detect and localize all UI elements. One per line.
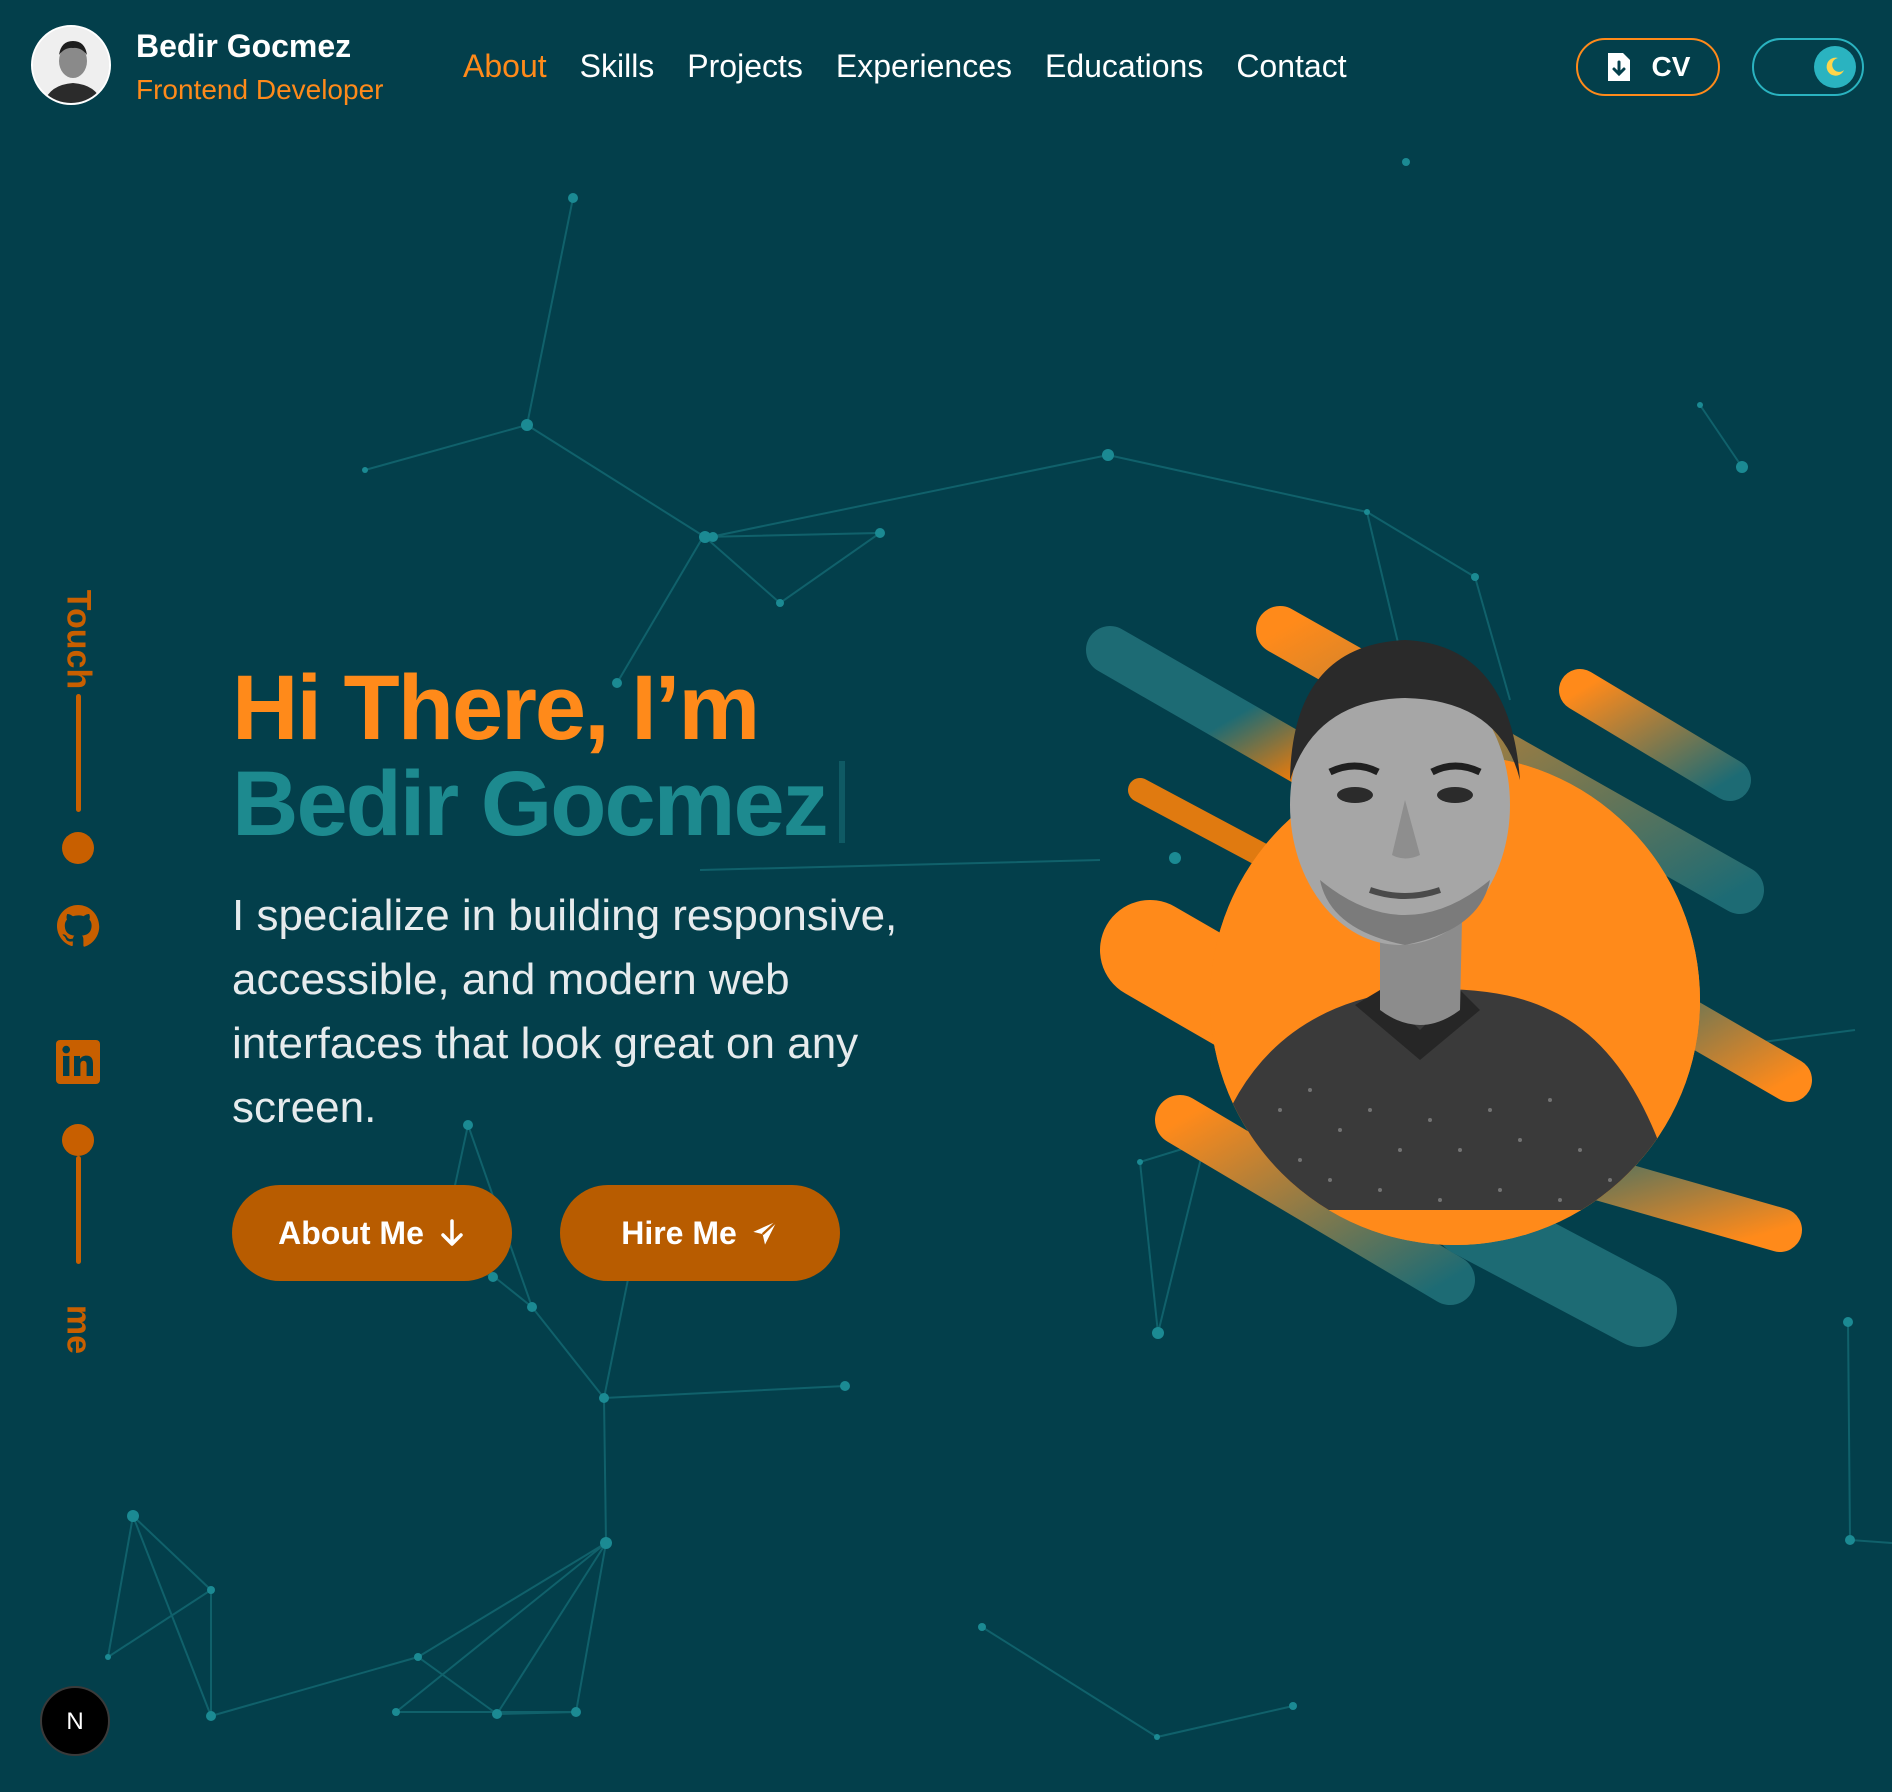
nav-item-projects[interactable]: Projects <box>687 48 803 85</box>
cv-download-button[interactable]: CV <box>1576 38 1720 96</box>
site-header: Bedir Gocmez Frontend Developer About Sk… <box>0 0 1892 140</box>
cv-label: CV <box>1651 51 1691 82</box>
hero-title: Hi There, I’m Bedir Gocmez <box>232 660 845 852</box>
moon-icon <box>1826 57 1844 76</box>
side-dot-top <box>62 832 94 864</box>
send-icon <box>753 1220 778 1245</box>
hero-greeting: Hi There, I’m <box>232 657 760 759</box>
avatar[interactable] <box>31 25 111 105</box>
brand-name: Bedir Gocmez <box>136 28 352 64</box>
about-me-button[interactable]: About Me <box>232 1185 512 1281</box>
about-me-label: About Me <box>278 1214 424 1251</box>
badge-letter: N <box>66 1708 83 1735</box>
nav-item-experiences[interactable]: Experiences <box>836 48 1012 85</box>
side-line-top <box>76 694 81 812</box>
nextjs-badge[interactable]: N <box>40 1686 110 1756</box>
side-social-bar: Touch me <box>52 570 104 1370</box>
portrait-artwork <box>1086 606 1812 1347</box>
nav-item-contact[interactable]: Contact <box>1236 48 1346 85</box>
theme-toggle[interactable] <box>1752 38 1864 96</box>
arrow-down-icon <box>441 1219 463 1246</box>
hire-me-button[interactable]: Hire Me <box>560 1185 840 1281</box>
theme-knob <box>1814 46 1856 88</box>
side-text-me: me <box>59 1304 98 1355</box>
nav-item-educations[interactable]: Educations <box>1045 48 1203 85</box>
side-line-bottom <box>76 1156 81 1264</box>
brand-role: Frontend Developer <box>136 74 384 105</box>
linkedin-icon[interactable] <box>54 1038 102 1086</box>
hero-description: I specialize in building responsive, acc… <box>232 891 898 1132</box>
nav-item-about[interactable]: About <box>463 48 547 85</box>
hire-me-label: Hire Me <box>621 1214 737 1251</box>
hero-name-line: Bedir Gocmez <box>232 756 845 852</box>
github-icon[interactable] <box>54 902 102 950</box>
typing-caret <box>838 761 845 843</box>
file-download-icon <box>1607 53 1630 81</box>
nav-item-skills[interactable]: Skills <box>580 48 655 85</box>
side-text-touch: Touch <box>59 589 98 690</box>
nextjs-icon: N <box>66 1708 83 1735</box>
hero-name: Bedir Gocmez <box>232 753 829 855</box>
side-dot-bottom <box>62 1124 94 1156</box>
avatar-photo <box>33 27 109 103</box>
main-nav: About Skills Projects Experiences Educat… <box>463 48 1347 85</box>
